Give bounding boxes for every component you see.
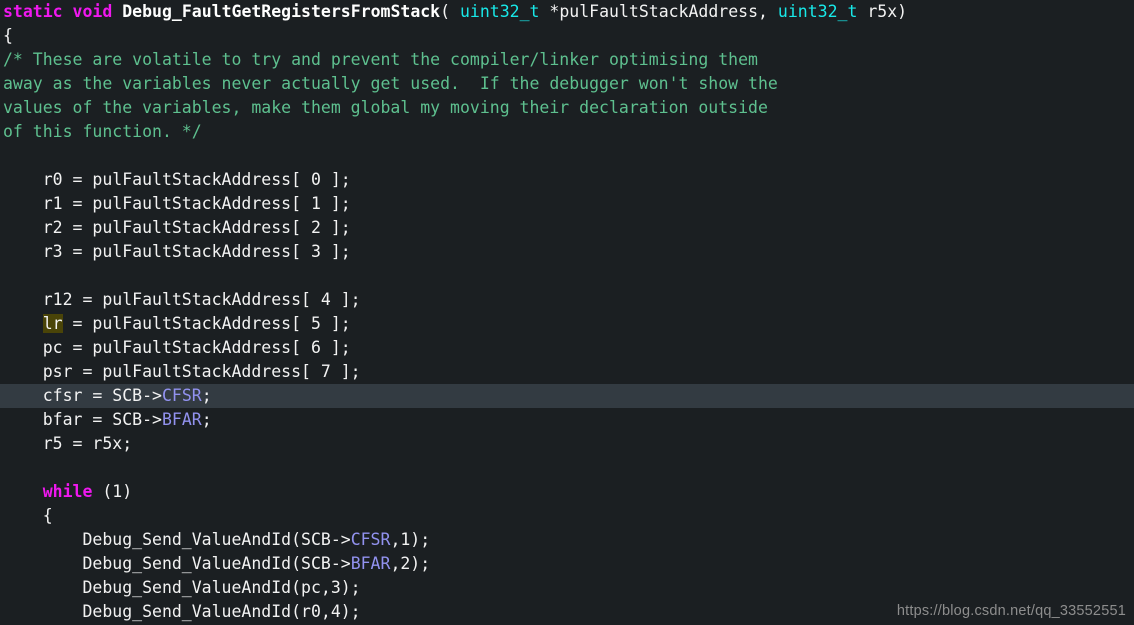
bfar-suffix: ; (201, 410, 212, 429)
send-bfar-suffix: ,2); (390, 554, 431, 573)
while-indent (3, 482, 43, 501)
watermark-url: https://blog.csdn.net/qq_33552551 (896, 603, 1126, 619)
keyword-void: void (72, 2, 113, 21)
code-line-r12[interactable]: r12 = pulFaultStackAddress[ 4 ]; (0, 288, 1134, 312)
code-line-send-pc[interactable]: Debug_Send_ValueAndId(pc,3); (0, 576, 1134, 600)
lr-indent (3, 314, 43, 333)
code-line-bfar[interactable]: bfar = SCB->BFAR; (0, 408, 1134, 432)
code-line-pc[interactable]: pc = pulFaultStackAddress[ 6 ]; (0, 336, 1134, 360)
send-bfar-prefix: Debug_Send_ValueAndId(SCB-> (3, 554, 351, 573)
code-line-comment-2[interactable]: away as the variables never actually get… (0, 72, 1134, 96)
code-lines-container[interactable]: static void Debug_FaultGetRegistersFromS… (0, 0, 1134, 624)
code-line-while[interactable]: while (1) (0, 480, 1134, 504)
code-line-open-brace[interactable]: { (0, 24, 1134, 48)
lr-remainder: = pulFaultStackAddress[ 5 ]; (62, 314, 351, 333)
code-line-blank-3[interactable] (0, 456, 1134, 480)
param-one: *pulFaultStackAddress, (539, 2, 778, 21)
code-line-r3[interactable]: r3 = pulFaultStackAddress[ 3 ]; (0, 240, 1134, 264)
code-line-psr[interactable]: psr = pulFaultStackAddress[ 7 ]; (0, 360, 1134, 384)
code-line-blank-2[interactable] (0, 264, 1134, 288)
function-name: Debug_FaultGetRegistersFromStack (122, 2, 441, 21)
code-line-r1[interactable]: r1 = pulFaultStackAddress[ 1 ]; (0, 192, 1134, 216)
member-bfar: BFAR (161, 410, 202, 429)
code-line-send-cfsr[interactable]: Debug_Send_ValueAndId(SCB->CFSR,1); (0, 528, 1134, 552)
type-uint32-first: uint32_t (460, 2, 540, 21)
member-bfar-arg: BFAR (350, 554, 391, 573)
code-line-r5[interactable]: r5 = r5x; (0, 432, 1134, 456)
bfar-prefix: bfar = SCB-> (3, 410, 162, 429)
highlighted-word-lr[interactable]: lr (42, 314, 63, 333)
keyword-static: static (3, 2, 63, 21)
code-line-while-open-brace[interactable]: { (0, 504, 1134, 528)
code-line-comment-3[interactable]: values of the variables, make them globa… (0, 96, 1134, 120)
code-line-blank-1[interactable] (0, 144, 1134, 168)
space-2 (112, 2, 122, 21)
member-cfsr-arg: CFSR (350, 530, 391, 549)
code-line-r2[interactable]: r2 = pulFaultStackAddress[ 2 ]; (0, 216, 1134, 240)
param-two: r5x) (857, 2, 908, 21)
send-cfsr-prefix: Debug_Send_ValueAndId(SCB-> (3, 530, 351, 549)
code-line-r0[interactable]: r0 = pulFaultStackAddress[ 0 ]; (0, 168, 1134, 192)
code-line-cfsr-current[interactable]: cfsr = SCB->CFSR; (0, 384, 1134, 408)
code-editor-pane[interactable]: static void Debug_FaultGetRegistersFromS… (0, 0, 1134, 625)
code-line-function-signature[interactable]: static void Debug_FaultGetRegistersFromS… (0, 0, 1134, 24)
type-uint32-second: uint32_t (777, 2, 858, 21)
cfsr-prefix: cfsr = SCB-> (3, 386, 162, 405)
code-line-lr[interactable]: lr = pulFaultStackAddress[ 5 ]; (0, 312, 1134, 336)
member-cfsr: CFSR (161, 386, 202, 405)
code-line-comment-4[interactable]: of this function. */ (0, 120, 1134, 144)
code-line-send-bfar[interactable]: Debug_Send_ValueAndId(SCB->BFAR,2); (0, 552, 1134, 576)
keyword-while: while (42, 482, 93, 501)
paren-open: ( (440, 2, 460, 21)
cfsr-suffix: ; (201, 386, 212, 405)
space-1 (63, 2, 73, 21)
send-cfsr-suffix: ,1); (390, 530, 431, 549)
code-line-comment-1[interactable]: /* These are volatile to try and prevent… (0, 48, 1134, 72)
while-condition: (1) (92, 482, 133, 501)
